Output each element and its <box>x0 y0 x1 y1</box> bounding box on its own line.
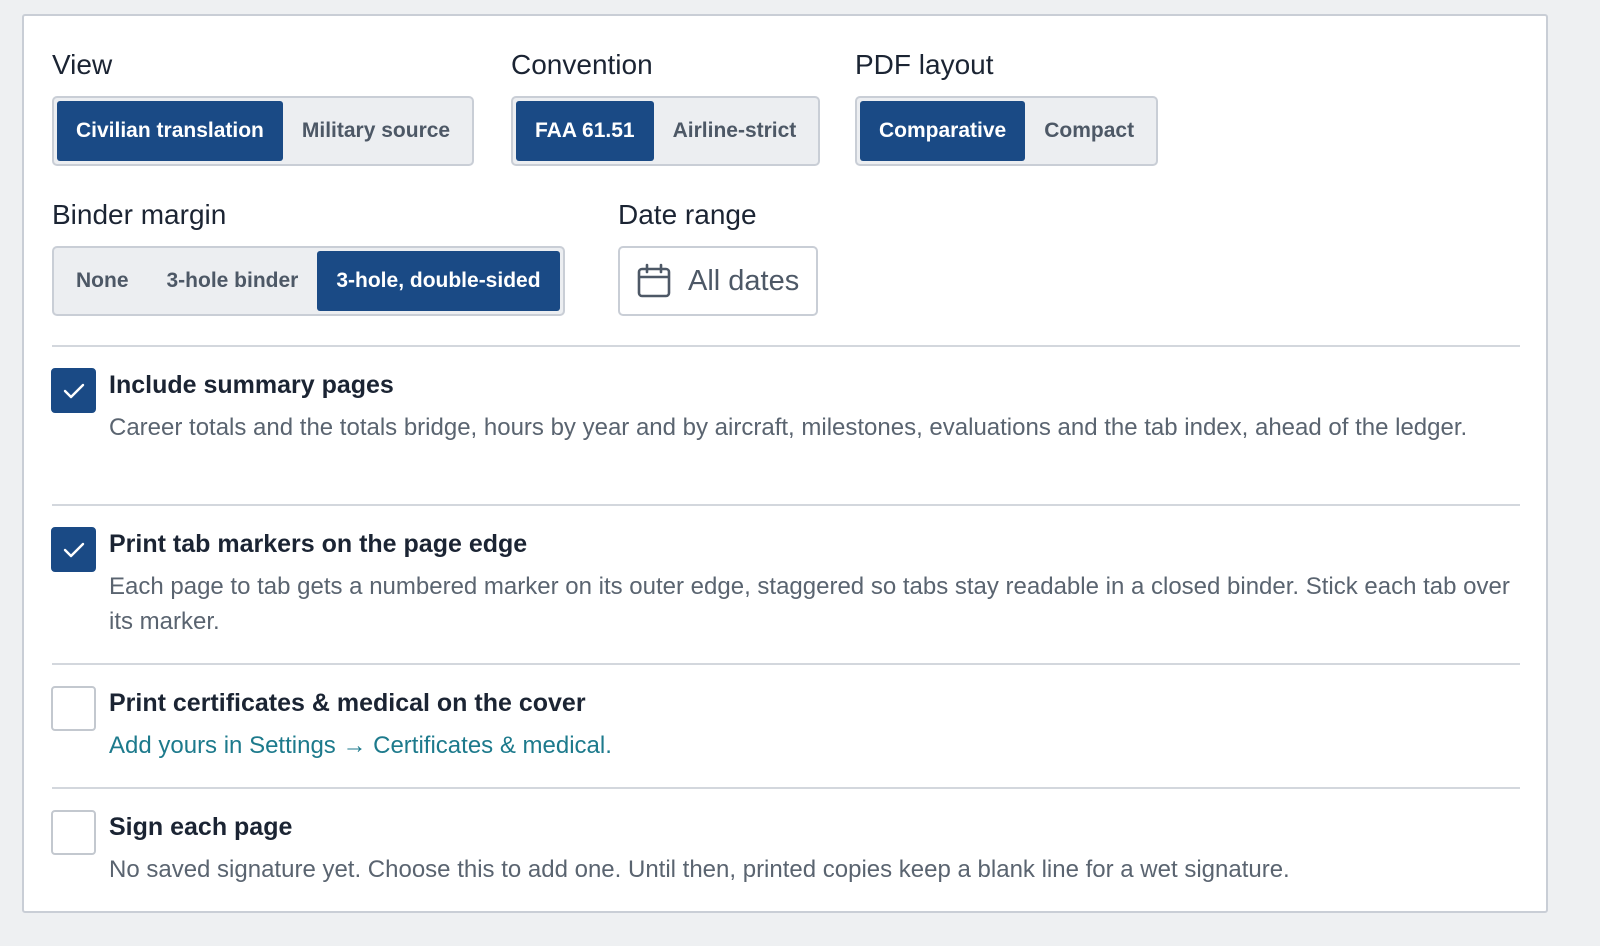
check-icon <box>63 383 85 399</box>
view-segmented-control: Civilian translation Military source <box>52 96 475 166</box>
binder-margin-segmented-control: None 3-hole binder 3-hole, double-sided <box>52 246 565 316</box>
view-option-military-source[interactable]: Military source <box>283 101 469 161</box>
pdf-layout-option-comparative[interactable]: Comparative <box>860 101 1026 161</box>
divider <box>52 663 1520 665</box>
sign-each-page-description: No saved signature yet. Choose this to a… <box>109 856 1290 883</box>
include-summary-pages-description: Career totals and the totals bridge, hou… <box>109 414 1468 441</box>
calendar-icon <box>637 263 671 298</box>
export-options-panel: View Civilian translation Military sourc… <box>22 14 1548 913</box>
binder-margin-group: Binder margin None 3-hole binder 3-hole,… <box>52 198 565 316</box>
pdf-layout-segmented-control: Comparative Compact <box>855 96 1159 166</box>
pdf-layout-label: PDF layout <box>855 49 994 80</box>
pdf-layout-group: PDF layout Comparative Compact <box>855 48 1159 166</box>
print-tab-markers-checkbox[interactable] <box>51 527 96 572</box>
view-label: View <box>52 49 113 80</box>
date-range-label: Date range <box>618 199 757 230</box>
convention-segmented-control: FAA 61.51 Airline-strict <box>511 96 821 166</box>
settings-certificates-link[interactable]: Add yours in Settings → Certificates & m… <box>109 728 612 763</box>
binder-margin-label: Binder margin <box>52 199 227 230</box>
include-summary-pages-checkbox[interactable] <box>51 368 96 413</box>
print-tab-markers-description: Each page to tab gets a numbered marker … <box>109 573 1510 635</box>
date-range-value: All dates <box>688 264 800 297</box>
divider <box>52 504 1520 506</box>
check-icon <box>63 542 85 558</box>
divider <box>52 345 1520 347</box>
binder-margin-option-none[interactable]: None <box>57 251 148 311</box>
convention-group: Convention FAA 61.51 Airline-strict <box>511 48 821 166</box>
binder-margin-option-3-hole-double-sided[interactable]: 3-hole, double-sided <box>317 251 560 311</box>
convention-option-airline-strict[interactable]: Airline-strict <box>654 101 816 161</box>
date-range-group: Date range All dates <box>618 198 818 316</box>
divider <box>52 787 1520 789</box>
print-certificates-title: Print certificates & medical on the cove… <box>109 689 586 717</box>
view-option-civilian-translation[interactable]: Civilian translation <box>57 101 283 161</box>
convention-option-faa-61-51[interactable]: FAA 61.51 <box>516 101 654 161</box>
sign-each-page-checkbox[interactable] <box>51 810 96 855</box>
view-group: View Civilian translation Military sourc… <box>52 48 475 166</box>
pdf-layout-option-compact[interactable]: Compact <box>1025 101 1153 161</box>
print-tab-markers-title: Print tab markers on the page edge <box>109 530 528 558</box>
include-summary-pages-title: Include summary pages <box>109 371 394 399</box>
date-range-button[interactable]: All dates <box>618 246 818 316</box>
binder-margin-option-3-hole[interactable]: 3-hole binder <box>148 251 318 311</box>
sign-each-page-title: Sign each page <box>109 813 293 841</box>
convention-label: Convention <box>511 49 653 80</box>
print-certificates-checkbox[interactable] <box>51 686 96 731</box>
